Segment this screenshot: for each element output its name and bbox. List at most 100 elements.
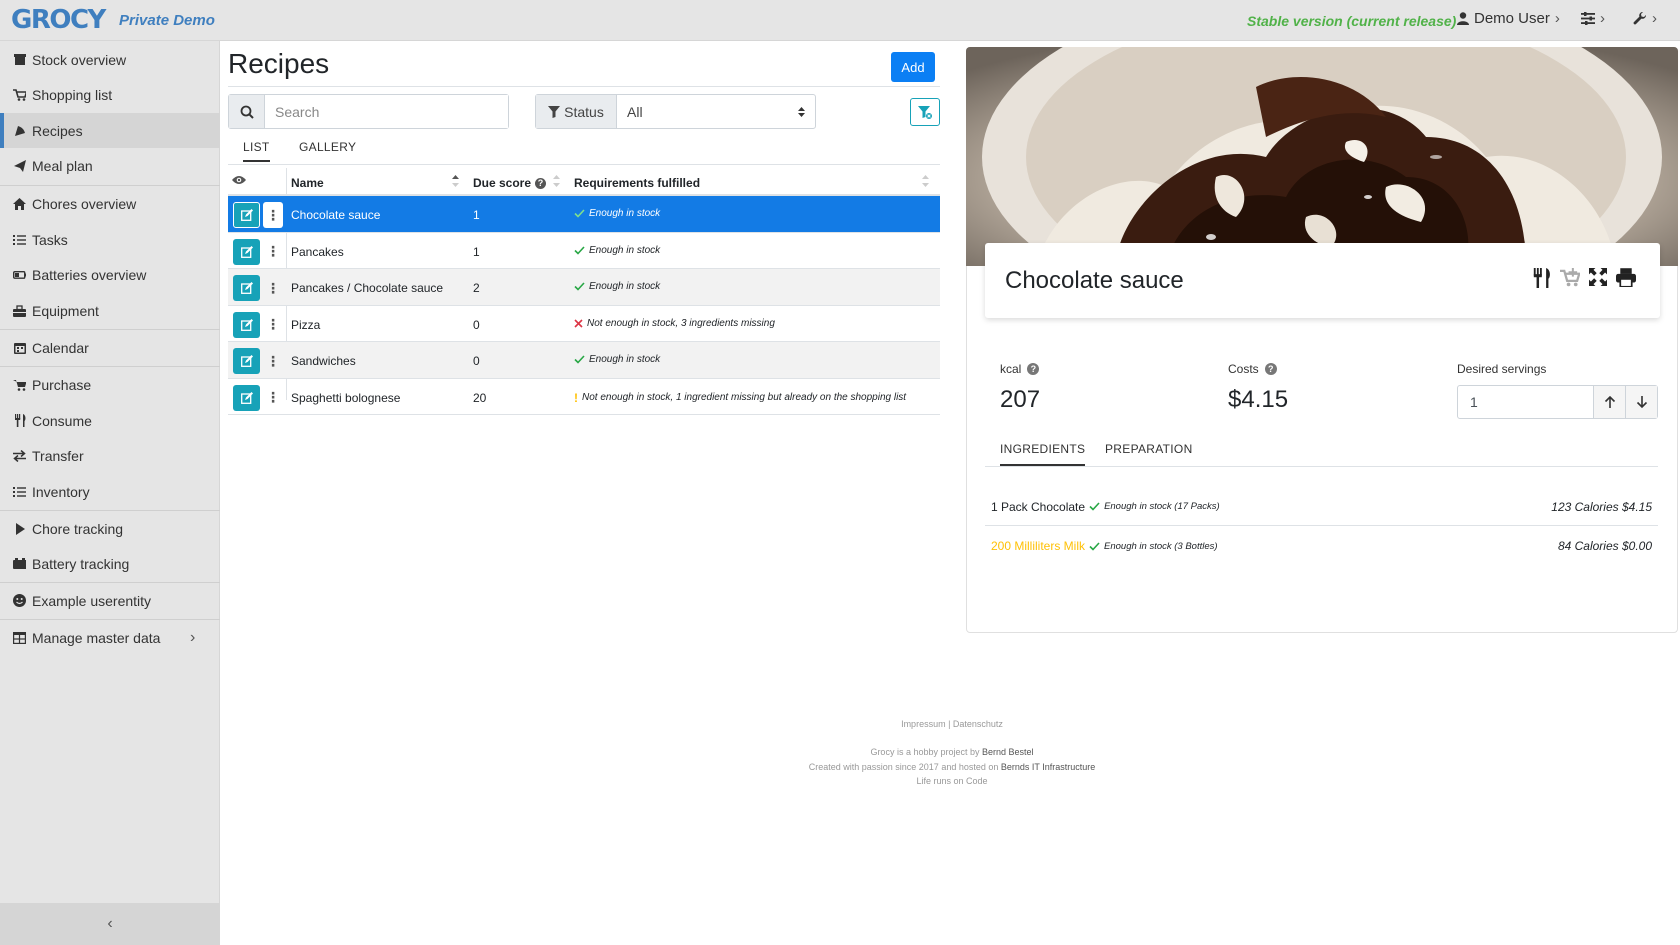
cart-plus-icon [13,378,26,391]
paper-plane-icon [13,159,26,172]
ingredient-stock-note: Enough in stock (3 Bottles) [1104,540,1218,552]
search-icon [229,95,265,128]
kcal-label-text: kcal [1000,362,1022,376]
edit-button[interactable] [233,311,260,338]
more-options-icon[interactable]: ⋮ [263,385,283,411]
user-menu[interactable]: Demo User › [1457,10,1560,27]
edit-button[interactable] [233,202,260,228]
tab-gallery[interactable]: GALLERY [299,140,356,154]
sidebar-item-transfer[interactable]: Transfer [0,438,220,473]
tools-menu[interactable]: › [1633,10,1657,27]
edit-button[interactable] [233,238,260,265]
table-row[interactable]: ⋮ Spaghetti bolognese 20 ! Not enough in… [228,379,940,415]
edit-button[interactable] [233,384,260,411]
add-recipe-button[interactable]: Add [891,52,935,82]
sidebar-item-example-userentity[interactable]: Example userentity [0,583,220,618]
recipe-name: Chocolate sauce [291,208,381,222]
consume-utensils-icon[interactable] [1532,268,1551,288]
chevron-left-icon: ‹ [107,915,113,932]
due-score: 1 [473,208,480,222]
sidebar-item-equipment[interactable]: Equipment [0,293,220,328]
table-row[interactable]: ⋮ Sandwiches 0 Enough in stock [228,342,940,379]
table-row[interactable]: ⋮ Pizza 0 Not enough in stock, 3 ingredi… [228,306,940,342]
table-header: Name Due score ? Requirements fulfilled [228,168,940,196]
help-icon[interactable]: ? [1264,363,1277,375]
print-icon[interactable] [1616,268,1636,288]
tab-preparation[interactable]: PREPARATION [1105,442,1193,456]
sidebar-item-label: Meal plan [32,157,93,174]
sidebar-item-purchase[interactable]: Purchase [0,367,220,402]
sliders-icon [1581,12,1595,25]
sidebar-item-stock-overview[interactable]: Stock overview [0,42,220,77]
column-header-due-score[interactable]: Due score ? [473,176,547,190]
sidebar-item-batteries-overview[interactable]: Batteries overview [0,257,220,292]
footer-author-link[interactable]: Bernd Bestel [982,747,1034,757]
grocy-logo[interactable]: GROCY [11,7,106,33]
requirements-text: Not enough in stock, 3 ingredients missi… [587,317,775,329]
sidebar-item-chores-overview[interactable]: Chores overview [0,186,220,221]
table-row[interactable]: ⋮ Pancakes / Chocolate sauce 2 Enough in… [228,269,940,306]
edit-button[interactable] [233,275,260,301]
fullscreen-icon[interactable] [1589,268,1607,288]
sidebar-item-consume[interactable]: Consume [0,403,220,438]
sidebar-item-tasks[interactable]: Tasks [0,222,220,257]
settings-menu[interactable]: › [1581,10,1605,27]
version-label[interactable]: Stable version (current release) [1247,13,1456,29]
requirements-status: Enough in stock [574,354,660,365]
tab-ingredients[interactable]: INGREDIENTS [1000,442,1086,466]
footer-host-link[interactable]: Bernds IT Infrastructure [1001,762,1095,772]
user-name: Demo User [1474,10,1550,27]
table-row[interactable]: ⋮ Pancakes 1 Enough in stock [228,233,940,269]
add-to-shopping-list-icon[interactable] [1560,268,1580,288]
sidebar-item-meal-plan[interactable]: Meal plan [0,148,220,183]
column-visibility-toggle[interactable] [232,175,246,185]
column-header-name[interactable]: Name [291,176,324,190]
title-divider [228,86,940,87]
more-options-icon[interactable]: ⋮ [263,239,283,265]
pizza-icon [13,124,26,137]
sidebar-item-recipes[interactable]: Recipes [0,113,220,148]
servings-stepper: 1 [1457,385,1658,419]
utensils-icon [13,414,26,427]
more-options-icon[interactable]: ⋮ [263,275,283,301]
more-options-icon[interactable]: ⋮ [263,202,283,228]
decrease-button[interactable] [1625,386,1657,418]
footer-links[interactable]: Impressum | Datenschutz [760,719,1144,729]
smile-icon [13,594,26,607]
check-icon [574,355,585,364]
list-icon [13,485,26,498]
due-score: 1 [473,244,480,259]
chevron-right-icon: › [1600,10,1605,27]
help-icon[interactable]: ? [535,177,547,189]
edit-button[interactable] [233,348,260,374]
toolbox-icon [13,304,26,317]
search-input[interactable] [265,95,508,128]
column-header-requirements[interactable]: Requirements fulfilled [574,176,700,190]
sidebar-item-manage-master-data[interactable]: Manage master data › [0,620,220,655]
clear-filter-button[interactable] [910,98,940,126]
tab-list[interactable]: LIST [243,140,270,162]
sidebar-item-label: Consume [32,412,92,429]
recipe-photo [966,47,1678,266]
sort-icon [553,175,560,187]
sidebar-item-chore-tracking[interactable]: Chore tracking [0,511,220,546]
table-row[interactable]: ⋮ Chocolate sauce 1 Enough in stock [228,196,940,233]
requirements-status: ! Not enough in stock, 1 ingredient miss… [574,391,906,405]
user-icon [1457,12,1469,25]
sidebar-collapse-button[interactable]: ‹ [0,903,220,945]
battery-icon [13,268,26,281]
servings-label: Desired servings [1457,362,1547,376]
recipe-actions [1532,268,1636,288]
sidebar-item-inventory[interactable]: Inventory [0,474,220,509]
recipe-name: Sandwiches [291,354,356,368]
sidebar-item-shopping-list[interactable]: Shopping list [0,77,220,112]
sidebar-item-calendar[interactable]: Calendar [0,330,220,365]
more-options-icon[interactable]: ⋮ [263,348,283,374]
increase-button[interactable] [1593,386,1625,418]
help-icon[interactable]: ? [1027,363,1040,375]
servings-input[interactable]: 1 [1458,386,1593,418]
more-options-icon[interactable]: ⋮ [263,312,283,338]
sidebar-item-battery-tracking[interactable]: Battery tracking [0,546,220,581]
status-select-value: All [627,103,643,120]
status-select[interactable]: All [617,95,815,128]
